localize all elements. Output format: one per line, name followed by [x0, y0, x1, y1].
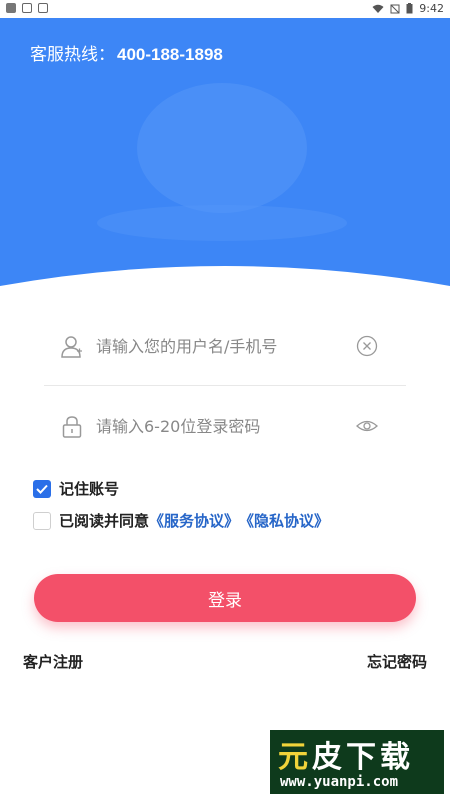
agreement-row[interactable]: 已阅读并同意 《服务协议》 《隐私协议》: [33, 510, 329, 531]
header-banner: 客服热线： 400-188-1898: [0, 18, 450, 300]
field-divider: [44, 385, 406, 386]
register-link[interactable]: 客户注册: [23, 651, 83, 672]
customer-hotline: 客服热线： 400-188-1898: [30, 40, 223, 65]
status-time: 9:42: [419, 2, 444, 15]
hotline-number[interactable]: 400-188-1898: [117, 45, 223, 64]
status-bar: 9:42: [0, 0, 450, 18]
clear-icon[interactable]: [356, 335, 378, 357]
password-field[interactable]: [44, 395, 406, 457]
agree-checkbox[interactable]: [33, 511, 51, 530]
privacy-agreement-link[interactable]: 《隐私协议》: [239, 510, 329, 531]
login-button[interactable]: 登录: [34, 574, 416, 622]
remember-label: 记住账号: [59, 480, 120, 498]
service-agreement-link[interactable]: 《服务协议》: [149, 510, 239, 531]
a-icon: [38, 3, 48, 13]
eye-icon[interactable]: [356, 415, 378, 437]
password-input[interactable]: [96, 413, 346, 439]
user-icon: [61, 336, 82, 358]
notification-icon: [6, 3, 16, 13]
wifi-icon: [372, 4, 384, 13]
lock-icon: [62, 416, 82, 438]
hotline-label: 客服热线：: [30, 45, 115, 64]
remember-account-row[interactable]: 记住账号: [33, 478, 119, 499]
username-field[interactable]: [44, 315, 406, 377]
image-icon: [22, 3, 32, 13]
forgot-password-link[interactable]: 忘记密码: [367, 651, 427, 672]
check-icon: [36, 484, 48, 494]
watermark-title: 元皮下载: [278, 740, 414, 775]
remember-checkbox[interactable]: [33, 479, 51, 498]
username-input[interactable]: [96, 333, 346, 359]
watermark-url: www.yuanpi.com: [280, 774, 399, 790]
battery-icon: [406, 3, 413, 14]
no-signal-icon: [390, 4, 400, 13]
watermark-logo: 元皮下载 www.yuanpi.com: [268, 728, 446, 796]
agree-prefix: 已阅读并同意: [59, 512, 150, 530]
